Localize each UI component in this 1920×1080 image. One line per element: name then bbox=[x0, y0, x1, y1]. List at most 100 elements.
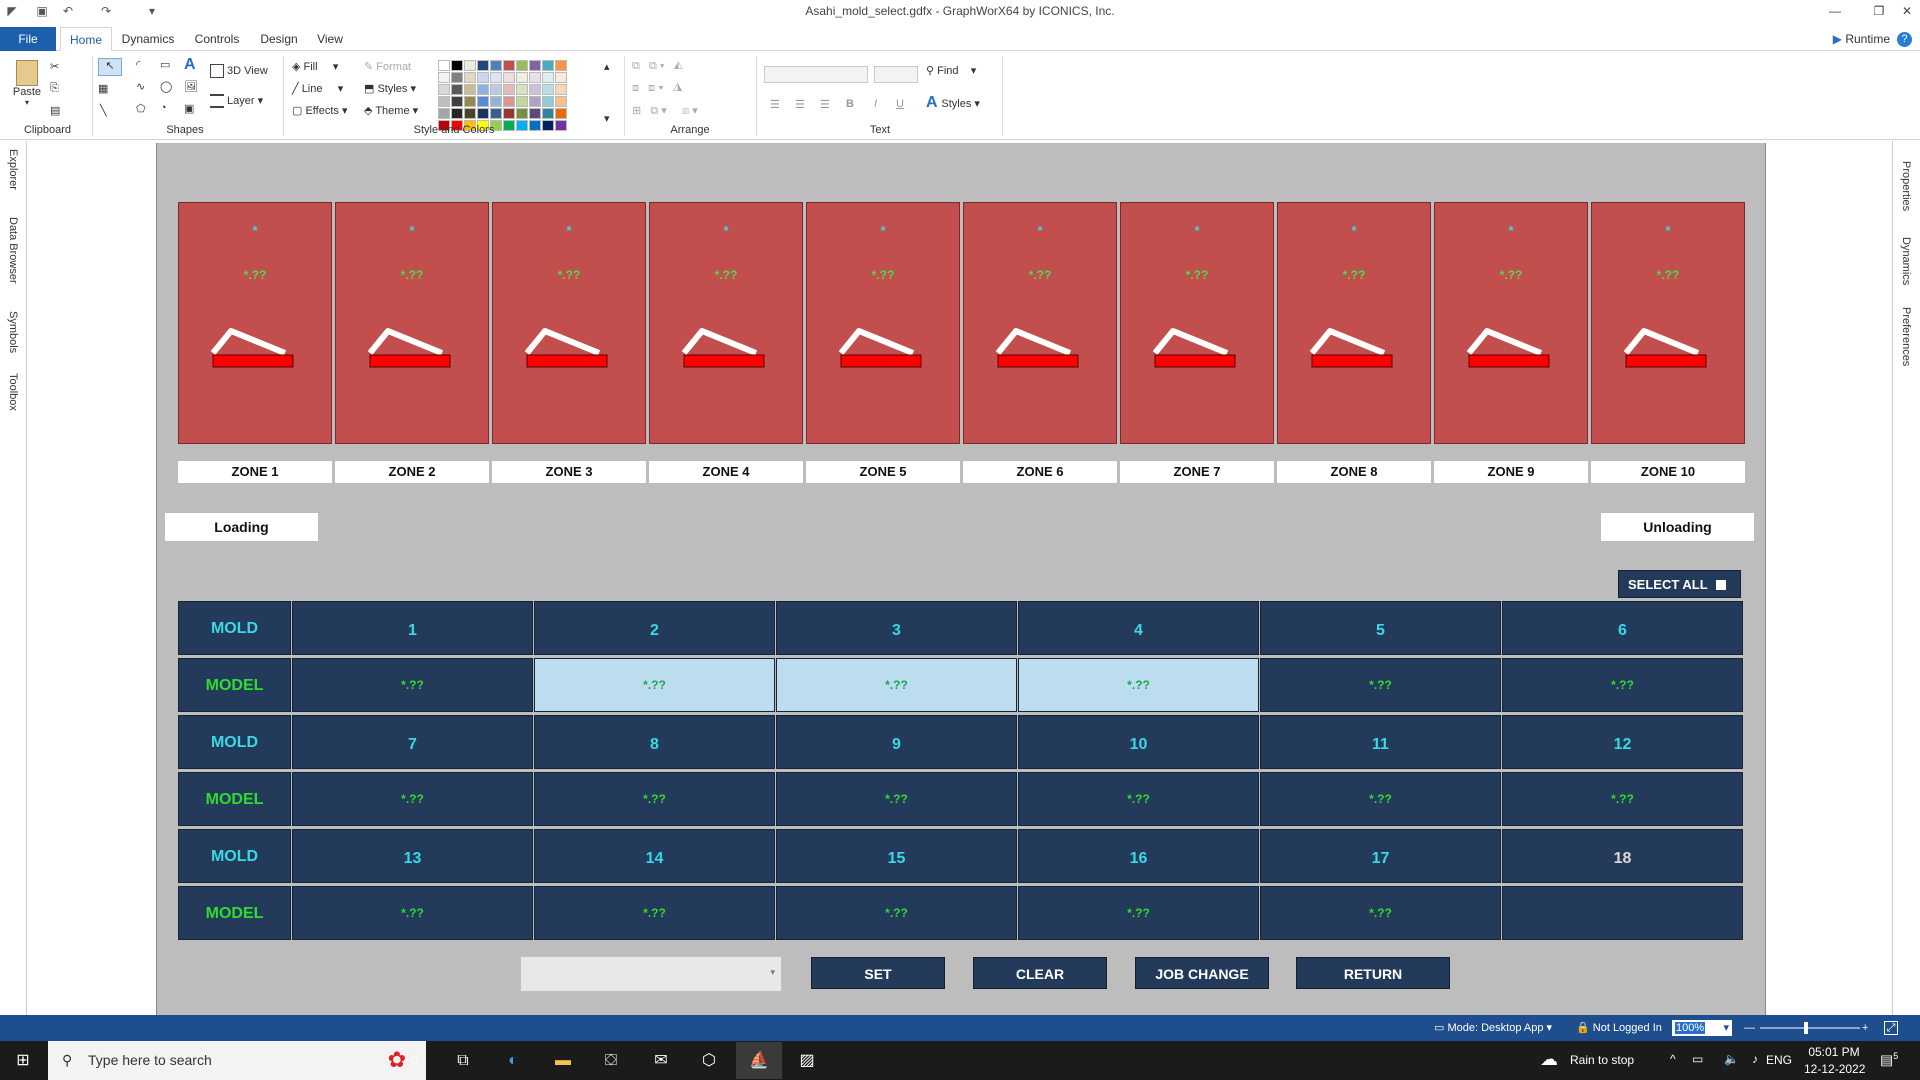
color-swatch[interactable] bbox=[464, 108, 476, 119]
properties-tab[interactable]: Properties bbox=[1900, 161, 1912, 211]
tab-home[interactable]: Home bbox=[60, 27, 112, 51]
pointer-tool-icon[interactable]: ↖ bbox=[98, 58, 122, 76]
mold-cell[interactable]: 6 bbox=[1502, 601, 1743, 655]
mold-cell[interactable]: 1 bbox=[292, 601, 533, 655]
zoom-in-icon[interactable]: + bbox=[1862, 1015, 1868, 1041]
mold-cell[interactable]: 10 bbox=[1018, 715, 1259, 769]
select-all-checkbox[interactable] bbox=[1716, 580, 1726, 590]
color-swatch[interactable] bbox=[516, 96, 528, 107]
mold-cell[interactable]: 8 bbox=[534, 715, 775, 769]
mold-cell[interactable]: 18 bbox=[1502, 829, 1743, 883]
zone-7-panel[interactable]: * *.?? bbox=[1120, 202, 1274, 444]
font-family-combo[interactable] bbox=[764, 66, 868, 83]
preferences-tab[interactable]: Preferences bbox=[1900, 307, 1912, 366]
toolbox-tab[interactable]: Toolbox bbox=[7, 373, 19, 411]
minimize-icon[interactable]: — bbox=[1824, 0, 1846, 22]
taskbar-search[interactable]: ⚲ Type here to search ✿ bbox=[48, 1041, 426, 1080]
zoom-out-icon[interactable]: — bbox=[1744, 1015, 1755, 1041]
color-swatch[interactable] bbox=[477, 72, 489, 83]
color-swatch[interactable] bbox=[516, 72, 528, 83]
text-tool-icon[interactable]: A bbox=[184, 56, 196, 74]
zone-10-panel[interactable]: * *.?? bbox=[1591, 202, 1745, 444]
color-swatch[interactable] bbox=[542, 84, 554, 95]
align-center-icon[interactable]: ☰ bbox=[795, 98, 805, 111]
color-swatch[interactable] bbox=[503, 60, 515, 71]
language-label[interactable]: ENG bbox=[1766, 1053, 1792, 1067]
graphworx-taskbar-icon[interactable]: ⛵ bbox=[736, 1042, 782, 1079]
color-swatch[interactable] bbox=[516, 84, 528, 95]
layer-button[interactable]: Layer ▾ bbox=[210, 94, 263, 109]
model-cell[interactable]: *.?? bbox=[292, 886, 533, 940]
selection-tool-icon[interactable]: ▦ bbox=[98, 82, 108, 95]
align-left-icon[interactable]: ☰ bbox=[770, 98, 780, 111]
runtime-button[interactable]: ▶ Runtime bbox=[1833, 27, 1890, 51]
color-swatch[interactable] bbox=[555, 84, 567, 95]
windows-start-icon[interactable]: ⊞ bbox=[12, 1051, 34, 1071]
color-swatch[interactable] bbox=[464, 60, 476, 71]
model-cell[interactable]: *.?? bbox=[776, 658, 1017, 712]
tab-dynamics[interactable]: Dynamics bbox=[116, 27, 180, 51]
color-swatch[interactable] bbox=[438, 60, 450, 71]
model-cell[interactable]: *.?? bbox=[1260, 658, 1501, 712]
color-swatch[interactable] bbox=[464, 84, 476, 95]
color-swatch[interactable] bbox=[490, 84, 502, 95]
color-swatch[interactable] bbox=[490, 108, 502, 119]
zone-6-panel[interactable]: * *.?? bbox=[963, 202, 1117, 444]
select-all-button[interactable]: SELECT ALL bbox=[1618, 570, 1741, 598]
color-swatch[interactable] bbox=[529, 60, 541, 71]
color-swatch[interactable] bbox=[503, 84, 515, 95]
zone-3-panel[interactable]: * *.?? bbox=[492, 202, 646, 444]
close-icon[interactable]: ✕ bbox=[1896, 0, 1918, 22]
color-swatch[interactable] bbox=[503, 96, 515, 107]
login-status[interactable]: 🔒 Not Logged In bbox=[1576, 1015, 1662, 1041]
model-cell[interactable]: *.?? bbox=[1018, 658, 1259, 712]
color-swatch[interactable] bbox=[451, 72, 463, 83]
color-swatch[interactable] bbox=[490, 60, 502, 71]
color-swatch[interactable] bbox=[464, 96, 476, 107]
ellipse-tool-icon[interactable]: ◯ bbox=[160, 80, 172, 93]
customize-qa-icon[interactable]: ▾ bbox=[144, 3, 160, 19]
fill-button[interactable]: ◈ Fill ▾ bbox=[292, 60, 338, 73]
clock-date[interactable]: 12-12-2022 bbox=[1804, 1062, 1865, 1076]
color-swatch[interactable] bbox=[490, 72, 502, 83]
volume-icon[interactable]: 🔈 bbox=[1724, 1052, 1739, 1066]
color-swatch[interactable] bbox=[477, 60, 489, 71]
notification-icon[interactable]: ▤5 bbox=[1880, 1051, 1898, 1069]
arc-tool-icon[interactable]: ◜ bbox=[136, 58, 140, 71]
dynamics-tab[interactable]: Dynamics bbox=[1900, 237, 1912, 285]
model-cell[interactable]: *.?? bbox=[1260, 772, 1501, 826]
color-swatch[interactable] bbox=[451, 108, 463, 119]
color-swatch[interactable] bbox=[503, 72, 515, 83]
copy-icon[interactable]: ⎘ bbox=[50, 82, 59, 95]
mold-cell[interactable]: 11 bbox=[1260, 715, 1501, 769]
color-swatch[interactable] bbox=[555, 108, 567, 119]
align-right-icon[interactable]: ☰ bbox=[820, 98, 830, 111]
color-swatch[interactable] bbox=[516, 108, 528, 119]
weather-label[interactable]: Rain to stop bbox=[1570, 1053, 1634, 1067]
photos-icon[interactable]: ▨ bbox=[796, 1051, 818, 1071]
fit-page-icon[interactable]: ⤢ bbox=[1884, 1021, 1898, 1035]
model-cell[interactable]: *.?? bbox=[1502, 772, 1743, 826]
color-swatch[interactable] bbox=[529, 72, 541, 83]
color-swatch[interactable] bbox=[542, 108, 554, 119]
model-cell[interactable]: *.?? bbox=[534, 658, 775, 712]
mold-cell[interactable]: 5 bbox=[1260, 601, 1501, 655]
return-button[interactable]: RETURN bbox=[1296, 957, 1450, 989]
zone-5-panel[interactable]: * *.?? bbox=[806, 202, 960, 444]
tab-design[interactable]: Design bbox=[254, 27, 304, 51]
symbol-tool-icon[interactable]: ▣ bbox=[184, 102, 194, 115]
model-cell[interactable]: *.?? bbox=[1018, 772, 1259, 826]
color-swatch[interactable] bbox=[477, 96, 489, 107]
model-cell[interactable]: *.?? bbox=[534, 772, 775, 826]
color-swatch[interactable] bbox=[555, 72, 567, 83]
tab-view[interactable]: View bbox=[310, 27, 350, 51]
bold-icon[interactable]: B bbox=[846, 98, 854, 110]
job-change-button[interactable]: JOB CHANGE bbox=[1135, 957, 1269, 989]
theme-button[interactable]: ⬘ Theme ▾ bbox=[364, 104, 418, 117]
line-tool-icon[interactable]: ╲ bbox=[100, 104, 107, 117]
color-swatch[interactable] bbox=[555, 96, 567, 107]
model-cell[interactable]: *.?? bbox=[1260, 886, 1501, 940]
model-dropdown[interactable]: ▾ bbox=[520, 956, 782, 992]
palette-up-icon[interactable]: ▴ bbox=[604, 60, 610, 73]
cut-icon[interactable]: ✂ bbox=[50, 60, 59, 73]
